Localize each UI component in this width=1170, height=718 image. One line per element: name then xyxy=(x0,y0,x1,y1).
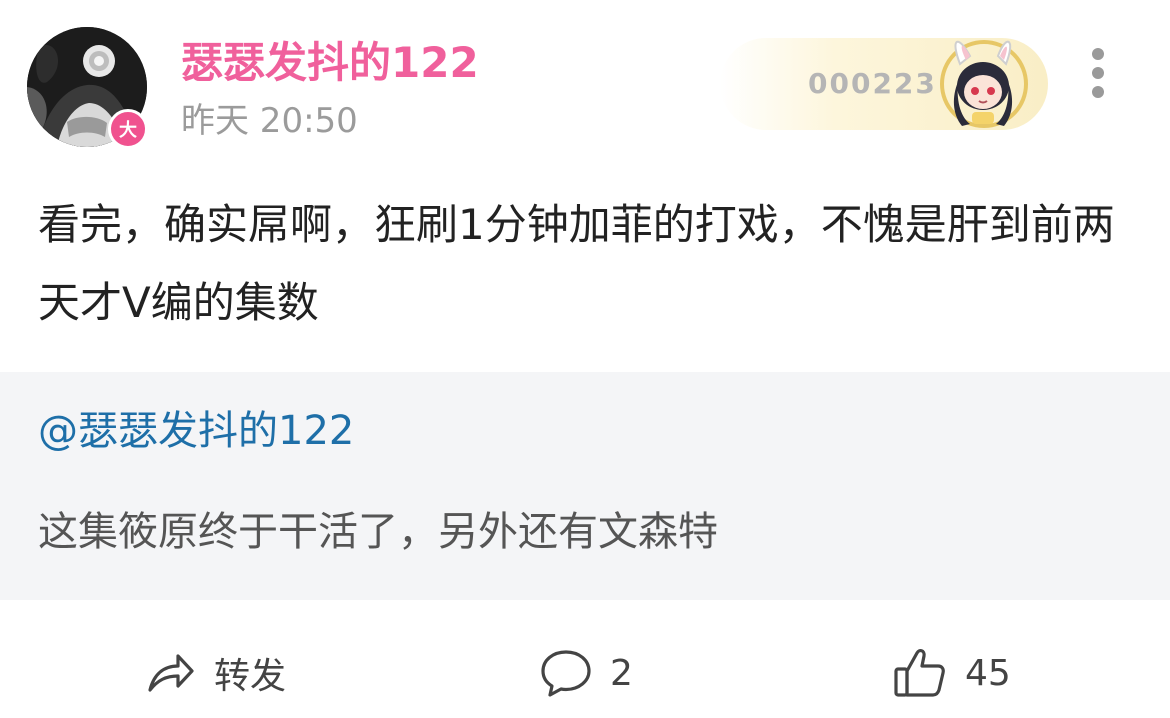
comment-button[interactable]: 2 xyxy=(540,644,633,702)
share-button[interactable]: 转发 xyxy=(146,644,286,702)
level-badge: 大 xyxy=(108,109,148,149)
share-icon xyxy=(146,650,196,696)
like-button[interactable]: 45 xyxy=(893,644,1011,702)
quote-text: 这集筱原终于干活了，另外还有文森特 xyxy=(38,509,718,555)
like-count: 45 xyxy=(965,652,1011,694)
comment-icon xyxy=(540,648,592,698)
fan-badge-number: 000223 xyxy=(808,67,937,100)
share-label: 转发 xyxy=(214,656,287,697)
more-options-icon[interactable] xyxy=(1083,46,1113,100)
avatar[interactable]: 大 xyxy=(27,27,148,149)
post-time: 昨天 20:50 xyxy=(181,101,358,141)
fan-badge-avatar-icon xyxy=(932,34,1036,130)
quote-mention-link[interactable]: @瑟瑟发抖的122 xyxy=(38,404,354,458)
thumbs-up-icon xyxy=(893,647,947,699)
post-card: 大 瑟瑟发抖的122 昨天 20:50 000223 看完，确实屌啊，狂刷1分钟… xyxy=(0,0,1170,718)
comment-count: 2 xyxy=(610,652,633,694)
post-content: 看完，确实屌啊，狂刷1分钟加菲的打戏，不愧是肝到前两天才V编的集数 xyxy=(38,200,1115,327)
author-name[interactable]: 瑟瑟发抖的122 xyxy=(181,36,479,90)
